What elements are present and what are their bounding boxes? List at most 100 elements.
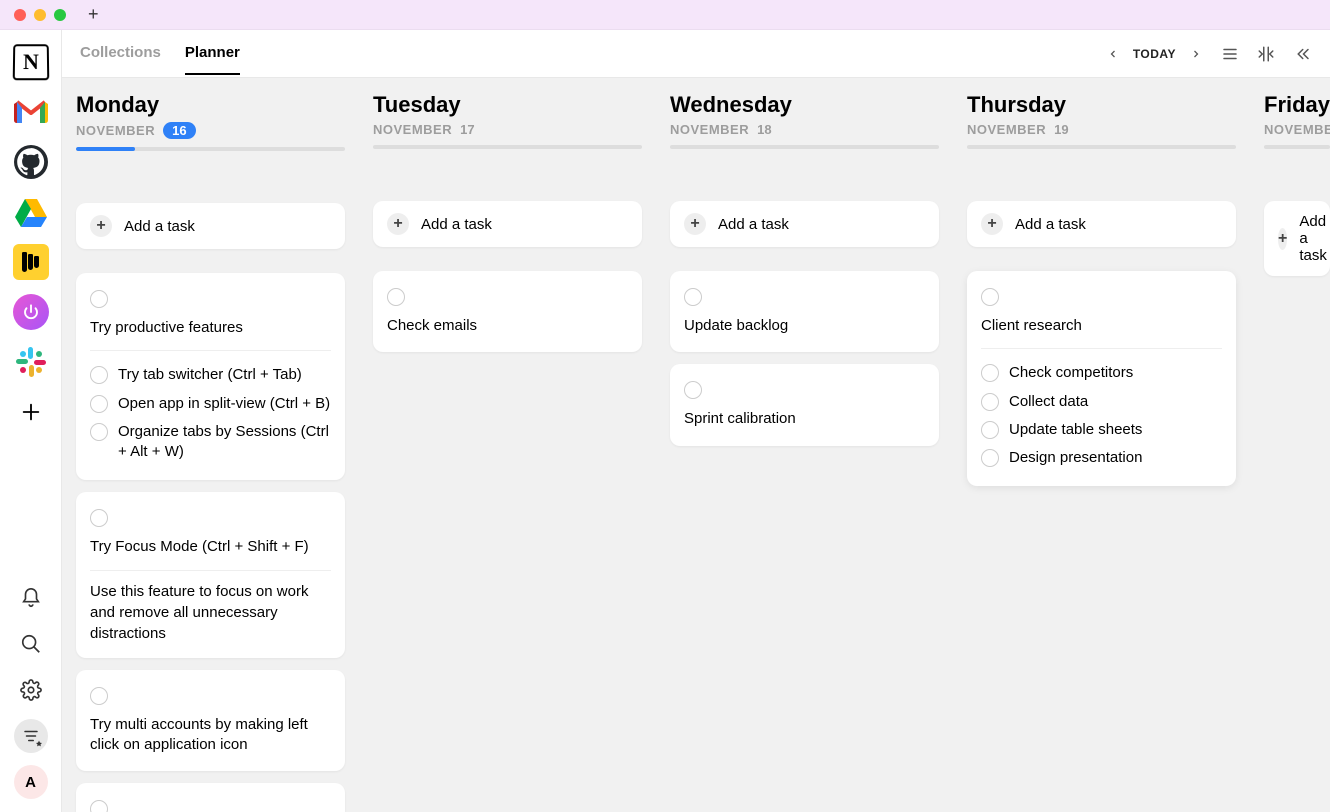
- task-checkbox[interactable]: [387, 288, 405, 306]
- day-column: ThursdayNOVEMBER19+Add a taskClient rese…: [953, 78, 1250, 812]
- search-icon[interactable]: [13, 626, 49, 662]
- window-titlebar: +: [0, 0, 1330, 30]
- day-progress: [967, 145, 1236, 149]
- add-task-label: Add a task: [718, 216, 789, 233]
- add-task-label: Add a task: [124, 218, 195, 235]
- today-date-badge: 16: [163, 122, 195, 139]
- day-name: Tuesday: [373, 92, 642, 118]
- add-task-button[interactable]: + Add a task: [373, 201, 642, 247]
- day-column: WednesdayNOVEMBER18+Add a taskUpdate bac…: [656, 78, 953, 812]
- task-card[interactable]: Try multi accounts by making left click …: [76, 670, 345, 772]
- app-github[interactable]: [11, 142, 51, 182]
- day-progress: [1264, 145, 1330, 149]
- settings-icon[interactable]: [13, 672, 49, 708]
- task-checkbox[interactable]: [90, 687, 108, 705]
- subtask-checkbox[interactable]: [90, 395, 108, 413]
- subtask-checkbox[interactable]: [981, 421, 999, 439]
- menu-icon[interactable]: [1220, 44, 1240, 64]
- subtask-checkbox[interactable]: [90, 423, 108, 441]
- day-column: Tuesday NOVEMBER 17 + Add a task Check emails: [359, 78, 656, 812]
- collapse-width-icon[interactable]: [1256, 44, 1276, 64]
- task-checkbox[interactable]: [684, 381, 702, 399]
- day-date: 18: [757, 122, 771, 137]
- notifications-icon[interactable]: [13, 580, 49, 616]
- day-progress: [670, 145, 939, 149]
- add-task-label: Add a task: [1299, 213, 1327, 264]
- subtask-checkbox[interactable]: [981, 364, 999, 382]
- app-power[interactable]: [11, 292, 51, 332]
- add-task-button[interactable]: + Add a task: [76, 203, 345, 249]
- task-title: Try productive features: [90, 318, 243, 338]
- subtask-title: Organize tabs by Sessions (Ctrl + Alt + …: [118, 422, 331, 463]
- user-avatar[interactable]: A: [13, 764, 49, 800]
- task-card[interactable]: Check emails: [373, 271, 642, 352]
- window-close-button[interactable]: [14, 9, 26, 21]
- add-task-label: Add a task: [421, 216, 492, 233]
- task-title: Sprint calibration: [684, 409, 796, 429]
- subtask-title: Check competitors: [1009, 363, 1133, 383]
- app-sidebar: N: [0, 30, 62, 812]
- app-slack[interactable]: [11, 342, 51, 382]
- add-task-button[interactable]: + Add a task: [1264, 201, 1330, 276]
- prev-day-button[interactable]: [1105, 46, 1121, 62]
- day-month: NOVEMBE: [1264, 122, 1330, 137]
- next-day-button[interactable]: [1188, 46, 1204, 62]
- task-checkbox[interactable]: [684, 288, 702, 306]
- day-progress: [373, 145, 642, 149]
- app-miro[interactable]: [11, 242, 51, 282]
- plus-icon: +: [387, 213, 409, 235]
- new-tab-button[interactable]: +: [88, 5, 99, 23]
- task-card[interactable]: Update backlog: [670, 271, 939, 352]
- subtask-checkbox[interactable]: [981, 449, 999, 467]
- task-title: Client research: [981, 316, 1082, 336]
- filter-icon[interactable]: [13, 718, 49, 754]
- subtask-title: Update table sheets: [1009, 420, 1142, 440]
- subtask-checkbox[interactable]: [981, 393, 999, 411]
- day-column: Friday NOVEMBE + Add a task: [1250, 78, 1330, 812]
- task-card[interactable]: Try Focus Mode (Ctrl + Shift + F)Use thi…: [76, 492, 345, 657]
- tab-collections[interactable]: Collections: [80, 32, 161, 75]
- task-title: Try Focus Mode (Ctrl + Shift + F): [90, 537, 309, 557]
- app-notion[interactable]: N: [11, 42, 51, 82]
- day-column: MondayNOVEMBER16+Add a taskTry productiv…: [62, 78, 359, 812]
- add-task-label: Add a task: [1015, 216, 1086, 233]
- task-card[interactable]: Client research Check competitors Collect …: [967, 271, 1236, 486]
- day-progress: [76, 147, 345, 151]
- task-checkbox[interactable]: [90, 800, 108, 812]
- collapse-panel-icon[interactable]: [1292, 44, 1312, 64]
- task-checkbox[interactable]: [90, 290, 108, 308]
- subtask-checkbox[interactable]: [90, 366, 108, 384]
- plus-icon: +: [1278, 228, 1287, 250]
- subtask-title: Design presentation: [1009, 448, 1142, 468]
- plus-icon: +: [90, 215, 112, 237]
- subtask-title: Open app in split-view (Ctrl + B): [118, 394, 330, 414]
- plus-icon: +: [981, 213, 1003, 235]
- task-card[interactable]: Try productive features Try tab switcher …: [76, 273, 345, 480]
- subtask-title: Try tab switcher (Ctrl + Tab): [118, 365, 302, 385]
- add-task-button[interactable]: + Add a task: [967, 201, 1236, 247]
- day-month: NOVEMBER: [967, 122, 1046, 137]
- window-maximize-button[interactable]: [54, 9, 66, 21]
- day-name: Friday: [1264, 92, 1330, 118]
- tab-planner[interactable]: Planner: [185, 32, 240, 75]
- window-minimize-button[interactable]: [34, 9, 46, 21]
- app-gmail[interactable]: [11, 92, 51, 132]
- app-google-drive[interactable]: [11, 192, 51, 232]
- task-checkbox[interactable]: [981, 288, 999, 306]
- day-name: Wednesday: [670, 92, 939, 118]
- task-card[interactable]: Sprint calibration: [670, 364, 939, 445]
- add-app-button[interactable]: [11, 392, 51, 432]
- task-title: Update backlog: [684, 316, 788, 336]
- task-card[interactable]: Add new task by clicking (+) icon in Pla…: [76, 783, 345, 812]
- day-month: NOVEMBER: [76, 123, 155, 138]
- day-month: NOVEMBER: [373, 122, 452, 137]
- subtask-title: Collect data: [1009, 392, 1088, 412]
- day-name: Thursday: [967, 92, 1236, 118]
- today-button[interactable]: TODAY: [1133, 47, 1176, 61]
- task-title: Try multi accounts by making left click …: [90, 715, 331, 756]
- task-checkbox[interactable]: [90, 509, 108, 527]
- task-title: Check emails: [387, 316, 477, 336]
- add-task-button[interactable]: +Add a task: [670, 201, 939, 247]
- day-date: 17: [460, 122, 474, 137]
- topbar: Collections Planner TODAY: [62, 30, 1330, 78]
